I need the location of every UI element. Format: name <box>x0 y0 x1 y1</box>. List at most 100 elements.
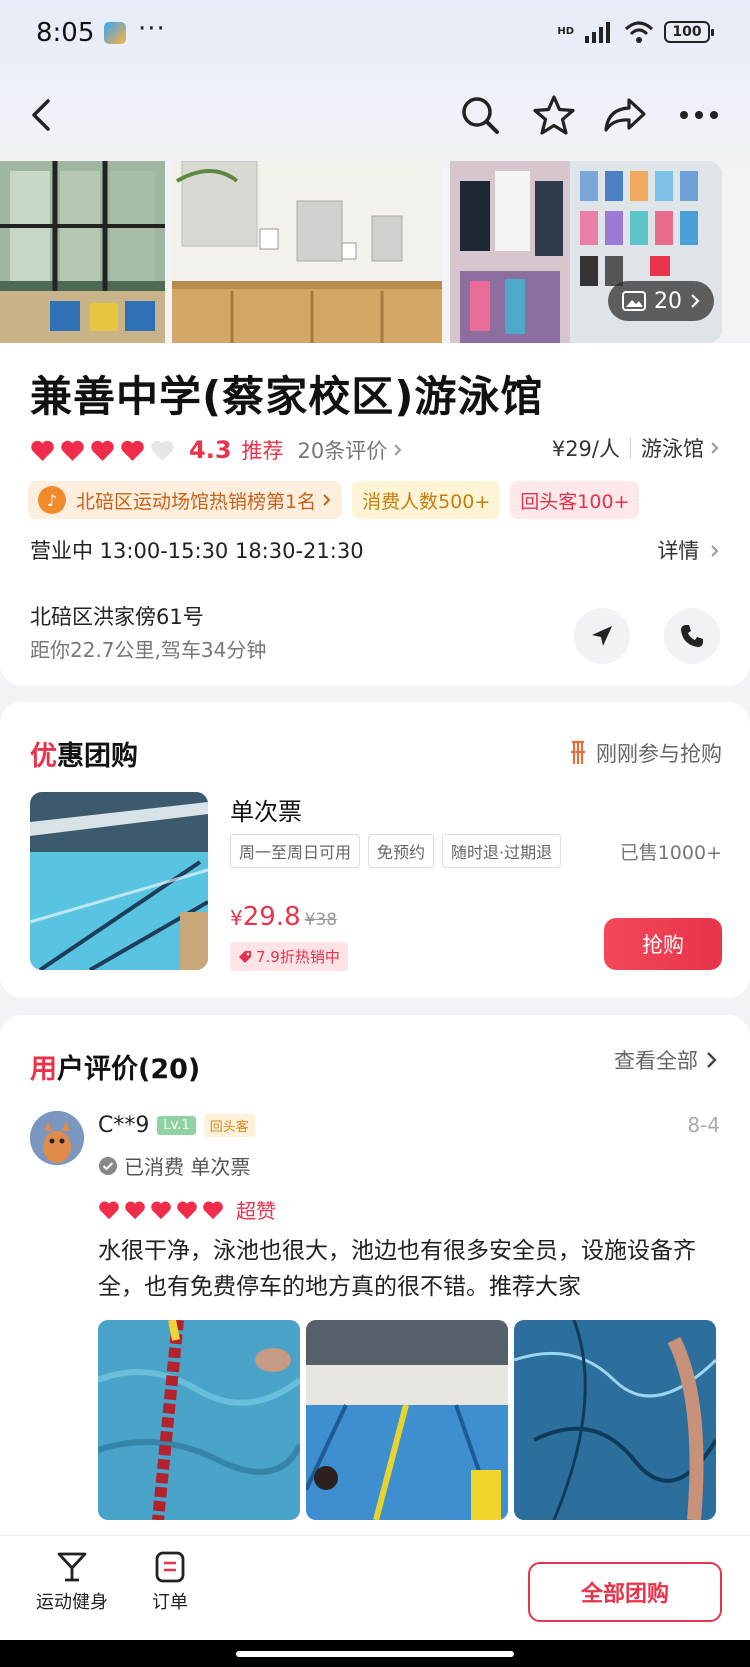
signal-icon <box>585 22 610 43</box>
deal-tags: 周一至周日可用 免预约 随时退·过期退 <box>230 834 562 868</box>
app-indicator-icon <box>104 22 126 44</box>
review-rating-label: 超赞 <box>236 1199 276 1223</box>
fire-icon <box>571 740 585 764</box>
chevron-right-icon <box>711 442 719 454</box>
photo-count: 20 <box>654 288 682 314</box>
rating-score: 4.3 <box>189 436 232 464</box>
business-hours[interactable]: 营业中 13:00-15:30 18:30-21:30 详情 <box>30 535 720 565</box>
deal-price: ¥29.8 ¥38 <box>230 902 337 932</box>
returning-customer-tag: 回头客100+ <box>510 481 640 519</box>
navigation-arrow-icon <box>592 626 612 646</box>
avg-price: ¥29/人 <box>551 437 620 461</box>
deal-sold-count: 已售1000+ <box>619 842 722 864</box>
heart-icon <box>31 440 54 461</box>
shop-address[interactable]: 北碚区洪家傍61号 <box>30 601 204 631</box>
deals-section-title: 优惠团购 <box>30 734 138 773</box>
chevron-right-icon <box>711 545 719 557</box>
shop-name: 兼善中学(蔡家校区)游泳馆 <box>30 372 544 421</box>
deal-tag: 免预约 <box>368 834 435 868</box>
hours-detail-label: 详情 <box>657 539 700 563</box>
image-icon <box>622 291 646 311</box>
nav-bar <box>0 80 750 150</box>
more-icon[interactable] <box>674 90 724 140</box>
deal-tag: 周一至周日可用 <box>230 834 361 868</box>
reviews-title-rest: 户评价(20) <box>57 1054 201 1085</box>
avatar[interactable] <box>30 1111 84 1165</box>
cocktail-icon <box>57 1552 87 1582</box>
chevron-right-icon <box>394 444 402 456</box>
rating-label: 推荐 <box>241 439 284 463</box>
back-arrow-icon[interactable] <box>18 90 68 140</box>
all-deals-button[interactable]: 全部团购 <box>528 1562 722 1622</box>
see-all-reviews-link[interactable]: 查看全部 <box>614 1045 718 1075</box>
orders-tab[interactable]: 订单 <box>152 1550 188 1614</box>
chevron-right-icon <box>323 494 331 506</box>
divider <box>630 438 631 458</box>
review-photo[interactable] <box>306 1320 508 1520</box>
gallery-photo-dressing-room[interactable] <box>172 161 442 343</box>
buy-button[interactable]: 抢购 <box>604 918 722 970</box>
review-date: 8-4 <box>687 1113 720 1137</box>
deal-image-pool[interactable] <box>30 792 208 970</box>
photo-gallery[interactable]: 20 <box>0 161 750 343</box>
reviewer-name-row: C**9 Lv.1 回头客 <box>98 1113 255 1138</box>
deal-discount-badge: 7.9折热销中 <box>230 942 348 971</box>
see-all-label: 查看全部 <box>614 1049 698 1073</box>
gallery-photo-lobby[interactable] <box>0 161 165 343</box>
heart-icon <box>203 1201 223 1219</box>
returning-badge: 回头客 <box>203 1114 255 1137</box>
share-icon[interactable] <box>600 90 650 140</box>
deal-title[interactable]: 单次票 <box>230 792 302 827</box>
search-icon[interactable] <box>455 90 505 140</box>
hd-indicator: HD <box>557 26 574 37</box>
sport-fitness-label: 运动健身 <box>36 1592 108 1613</box>
battery-icon: 100 <box>664 21 714 43</box>
reviewer-name[interactable]: C**9 <box>98 1113 149 1138</box>
hours-detail-link[interactable]: 详情 <box>657 535 720 565</box>
heart-icon <box>91 440 114 461</box>
gallery-photo-shop[interactable]: 20 <box>450 161 722 343</box>
consumer-count-tag: 消费人数500+ <box>352 481 501 519</box>
price-category[interactable]: ¥29/人 游泳馆 <box>552 433 720 463</box>
star-icon[interactable] <box>529 90 579 140</box>
rating-row[interactable]: 4.3 推荐 20条评价 ¥29/人 游泳馆 <box>30 433 720 467</box>
reviews-title-first: 用 <box>30 1054 57 1085</box>
shop-category: 游泳馆 <box>641 437 704 461</box>
review-photo[interactable] <box>514 1320 716 1520</box>
rank-tag[interactable]: ♪ 北碚区运动场馆热销榜第1名 <box>28 481 343 519</box>
chevron-right-icon <box>707 1052 717 1068</box>
heart-icon <box>61 440 84 461</box>
heart-icon <box>121 440 144 461</box>
photo-count-badge[interactable]: 20 <box>608 281 714 321</box>
rating-hearts <box>30 439 175 462</box>
heart-icon <box>151 1201 171 1219</box>
group-deals-card: 优惠团购 刚刚参与抢购 单次票 周一至周日可用 免预约 随时退·过期退 已售10… <box>0 702 750 998</box>
shop-info-card: 兼善中学(蔡家校区)游泳馆 4.3 推荐 20条评价 ¥29/人 游泳馆 ♪ 北… <box>0 343 750 686</box>
deal-tag: 随时退·过期退 <box>442 834 562 868</box>
review-count-link[interactable]: 20条评价 <box>298 435 388 465</box>
heart-icon <box>125 1201 145 1219</box>
sport-fitness-tab[interactable]: 运动健身 <box>36 1550 108 1614</box>
review-rating: 超赞 <box>98 1195 276 1224</box>
reviews-card: 用户评价(20) 查看全部 C**9 Lv.1 回头客 8-4 已消费 单次票 … <box>0 1015 750 1535</box>
orders-label: 订单 <box>152 1592 188 1613</box>
navigate-button[interactable] <box>574 608 630 664</box>
review-text[interactable]: 水很干净，泳池也很大，池边也有很多安全员，设施设备齐全，也有免费停车的地方真的很… <box>98 1233 723 1305</box>
order-icon <box>155 1551 185 1583</box>
tag-icon <box>239 950 251 963</box>
deal-price-value: 29.8 <box>242 902 301 932</box>
hours-text: 营业中 13:00-15:30 18:30-21:30 <box>30 539 364 563</box>
home-indicator[interactable] <box>236 1651 514 1657</box>
shop-distance: 距你22.7公里,驾车34分钟 <box>30 638 267 662</box>
call-button[interactable] <box>664 608 720 664</box>
recent-purchase: 刚刚参与抢购 <box>568 738 722 768</box>
review-photos <box>98 1320 723 1520</box>
phone-icon <box>681 625 703 647</box>
deal-price-symbol: ¥ <box>230 906 243 930</box>
recent-purchase-label: 刚刚参与抢购 <box>596 742 722 766</box>
wifi-icon <box>624 21 654 43</box>
review-photo[interactable] <box>98 1320 300 1520</box>
status-time: 8:05 <box>36 18 95 48</box>
level-badge: Lv.1 <box>157 1116 196 1135</box>
deal-old-price: ¥38 <box>304 910 338 930</box>
